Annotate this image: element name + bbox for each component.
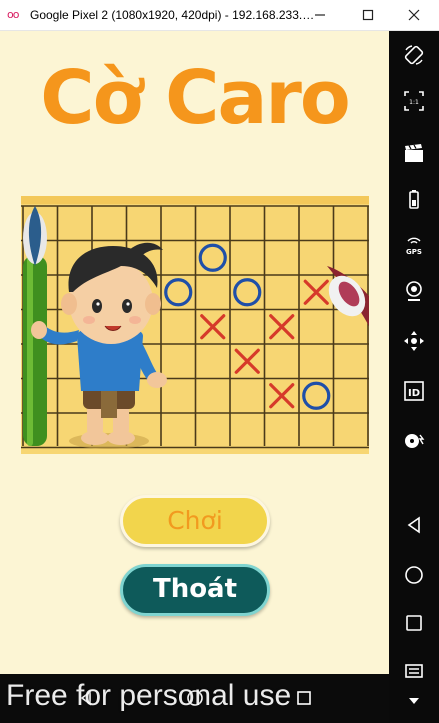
window-title: Google Pixel 2 (1080x1920, 420dpi) - 192… [30,8,315,22]
rotate-icon[interactable] [389,37,439,73]
exit-button[interactable]: Thoát [120,564,270,616]
svg-text:GPS: GPS [406,248,422,256]
minimize-icon[interactable] [308,3,332,27]
gps-icon[interactable]: GPS [389,227,439,263]
emulator-side-toolbar: 1:1 GPS ID [389,31,439,723]
maximize-icon[interactable] [356,3,380,27]
media-icon[interactable] [389,423,439,459]
scale-1-1-icon[interactable]: 1:1 [389,83,439,119]
svg-text:1:1: 1:1 [409,99,419,106]
game-title: Cờ Caro [40,55,351,141]
play-button[interactable]: Chơi [120,495,270,547]
more-icon[interactable] [389,683,439,719]
dpad-icon[interactable] [389,323,439,359]
webcam-icon[interactable] [389,273,439,309]
battery-icon[interactable] [389,181,439,217]
board-illustration [21,196,369,454]
nav-recents-icon[interactable] [389,605,439,641]
screencast-icon[interactable] [389,135,439,171]
phone-screen: Cờ Caro Chơi Thoát [0,31,389,674]
nav-back-icon[interactable] [389,507,439,543]
nav-home-icon[interactable] [389,557,439,593]
recents-icon[interactable] [294,688,314,708]
watermark-text: Free for personal use [6,679,292,712]
window-title-bar: oo Google Pixel 2 (1080x1920, 420dpi) - … [0,0,439,31]
app-logo-icon: oo [7,8,20,21]
close-icon[interactable] [402,3,426,27]
id-icon[interactable]: ID [389,373,439,409]
svg-text:ID: ID [408,388,420,399]
